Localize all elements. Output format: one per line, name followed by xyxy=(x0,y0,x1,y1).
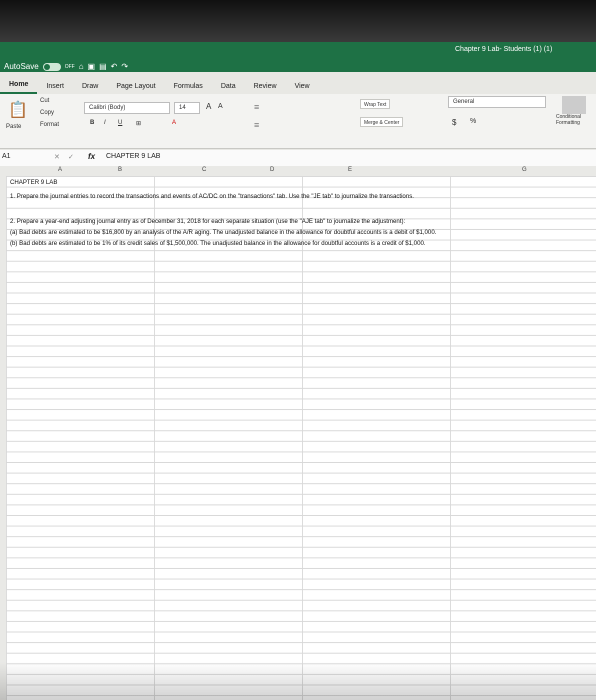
paste-label: Paste xyxy=(6,124,22,130)
align-top-icon[interactable]: ≡ xyxy=(254,102,259,112)
italic-button[interactable]: I xyxy=(104,120,106,126)
ribbon-tab-bar: Home Insert Draw Page Layout Formulas Da… xyxy=(0,72,596,94)
monitor-bezel-top xyxy=(0,0,596,42)
tab-page-layout[interactable]: Page Layout xyxy=(107,83,164,94)
shadow-overlay xyxy=(0,662,596,700)
save-icon[interactable]: ▣ xyxy=(88,62,96,71)
autosave-label: AutoSave xyxy=(4,62,39,71)
tab-draw[interactable]: Draw xyxy=(73,83,107,94)
redo-icon[interactable]: ↷ xyxy=(121,62,128,71)
conditional-formatting-icon[interactable] xyxy=(562,96,586,114)
tab-view[interactable]: View xyxy=(286,83,319,94)
column-header[interactable]: B xyxy=(118,167,122,173)
cell-a2[interactable]: 1. Prepare the journal entries to record… xyxy=(10,193,414,200)
copy-button[interactable]: Copy xyxy=(40,110,54,116)
percent-icon[interactable]: % xyxy=(470,118,476,125)
wrap-text-button[interactable]: Wrap Text xyxy=(360,99,391,109)
increase-font-icon[interactable]: A xyxy=(206,102,211,111)
name-box[interactable]: A1 xyxy=(2,153,32,160)
number-format-select[interactable]: General xyxy=(448,96,546,108)
autosave-state: OFF xyxy=(64,63,75,70)
cell-a1[interactable]: CHAPTER 9 LAB xyxy=(10,179,57,186)
print-icon[interactable]: ▤ xyxy=(99,62,107,71)
cancel-icon[interactable]: ✕ xyxy=(54,153,60,161)
column-header[interactable]: G xyxy=(522,167,527,173)
cell-a3[interactable]: 2. Prepare a year-end adjusting journal … xyxy=(10,218,405,225)
excel-window: AutoSave OFF ⌂ ▣ ▤ ↶ ↷ Chapter 9 Lab- St… xyxy=(0,42,596,700)
undo-icon[interactable]: ↶ xyxy=(111,62,118,71)
fx-label: fx xyxy=(88,152,96,161)
align-left-icon[interactable]: ≡ xyxy=(254,120,259,130)
cell-a4[interactable]: (a) Bad debts are estimated to be $16,80… xyxy=(10,229,436,236)
currency-icon[interactable]: $ xyxy=(452,118,456,127)
conditional-formatting-label: Conditional Formatting xyxy=(556,114,582,126)
column-header[interactable]: C xyxy=(202,167,206,173)
autosave-toggle[interactable] xyxy=(42,62,61,71)
column-header[interactable]: D xyxy=(270,167,274,173)
spreadsheet-grid[interactable]: CHAPTER 9 LAB 1. Prepare the journal ent… xyxy=(6,176,596,700)
paste-icon[interactable]: 📋 xyxy=(8,100,28,120)
tab-data[interactable]: Data xyxy=(212,83,245,94)
underline-button[interactable]: U xyxy=(118,120,122,126)
tab-insert[interactable]: Insert xyxy=(37,83,73,94)
formula-bar: A1 ✕ ✓ fx CHAPTER 9 LAB xyxy=(0,150,596,167)
quick-access-toolbar: AutoSave OFF ⌂ ▣ ▤ ↶ ↷ xyxy=(4,62,128,71)
font-color-icon[interactable]: A xyxy=(172,120,176,126)
decrease-font-icon[interactable]: A xyxy=(218,103,223,110)
format-painter-button[interactable]: Format xyxy=(40,122,59,128)
column-header[interactable]: E xyxy=(348,167,352,173)
font-name-select[interactable]: Calibri (Body) xyxy=(84,102,170,114)
document-title: Chapter 9 Lab- Students (1) (1) xyxy=(455,46,553,53)
merge-center-button[interactable]: Merge & Center xyxy=(360,117,404,127)
font-size-select[interactable]: 14 xyxy=(174,102,200,114)
bold-button[interactable]: B xyxy=(90,120,94,126)
formula-value[interactable]: CHAPTER 9 LAB xyxy=(106,153,160,160)
ribbon-home: 📋 Paste Cut Copy Format Calibri (Body) 1… xyxy=(0,94,596,149)
cut-button[interactable]: Cut xyxy=(40,98,49,104)
title-bar: AutoSave OFF ⌂ ▣ ▤ ↶ ↷ Chapter 9 Lab- St… xyxy=(0,42,596,72)
home-icon[interactable]: ⌂ xyxy=(79,62,84,71)
column-header[interactable]: A xyxy=(58,167,62,173)
cell-a5[interactable]: (b) Bad debts are estimated to be 1% of … xyxy=(10,240,426,247)
tab-formulas[interactable]: Formulas xyxy=(165,83,212,94)
tab-review[interactable]: Review xyxy=(245,83,286,94)
enter-icon[interactable]: ✓ xyxy=(68,153,74,161)
borders-icon[interactable]: ⊞ xyxy=(136,120,141,127)
tab-home[interactable]: Home xyxy=(0,81,38,94)
